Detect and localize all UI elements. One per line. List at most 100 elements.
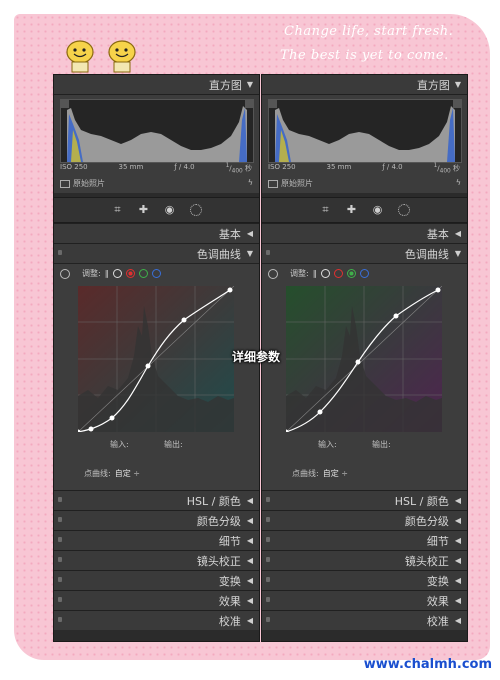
point-curve-white-button[interactable] xyxy=(112,269,122,278)
original-photo-toggle[interactable]: 原始照片 xyxy=(60,178,105,189)
panel-toggle-icon[interactable] xyxy=(266,557,270,562)
blue-channel-button[interactable] xyxy=(359,269,369,278)
panel-toggle-icon[interactable] xyxy=(266,250,270,255)
collapse-arrow-icon[interactable]: ▼ xyxy=(247,80,253,89)
original-photo-toggle[interactable]: 原始照片 xyxy=(268,178,313,189)
expand-arrow-icon[interactable]: ◀ xyxy=(455,229,461,238)
section-detail[interactable]: 细节 ◀ xyxy=(262,530,467,550)
expand-arrow-icon[interactable]: ◀ xyxy=(247,596,253,605)
expand-arrow-icon[interactable]: ◀ xyxy=(247,576,253,585)
original-photo-checkbox[interactable] xyxy=(60,179,70,188)
red-channel-button[interactable] xyxy=(333,269,343,278)
exif-focal: 35 mm xyxy=(118,163,144,171)
original-photo-checkbox[interactable] xyxy=(268,179,278,188)
panel-toggle-icon[interactable] xyxy=(58,537,62,542)
heal-icon[interactable]: ✚ xyxy=(138,204,150,216)
histogram-header[interactable]: 直方图 ▼ xyxy=(262,75,467,95)
tone-curve-graph[interactable] xyxy=(78,286,234,432)
expand-arrow-icon[interactable]: ◀ xyxy=(247,516,253,525)
panel-toggle-icon[interactable] xyxy=(58,577,62,582)
panel-toggle-icon[interactable] xyxy=(266,497,270,502)
panel-toggle-icon[interactable] xyxy=(58,517,62,522)
blue-channel-button[interactable] xyxy=(151,269,161,278)
tone-curve-label: 色调曲线 xyxy=(196,247,241,261)
section-hsl[interactable]: HSL / 颜色 ◀ xyxy=(262,490,467,510)
red-eye-icon[interactable]: ◉ xyxy=(372,204,384,216)
adjust-label: 调整: xyxy=(290,269,309,278)
flash-icon: ϟ xyxy=(455,178,461,187)
masking-icon[interactable] xyxy=(397,204,410,216)
collapse-arrow-icon[interactable]: ▼ xyxy=(247,249,253,258)
panel-toggle-icon[interactable] xyxy=(266,577,270,582)
expand-arrow-icon[interactable]: ◀ xyxy=(247,496,253,505)
panel-toggle-icon[interactable] xyxy=(58,497,62,502)
point-curve-value[interactable]: 自定 xyxy=(323,469,339,478)
basic-section-header[interactable]: 基本 ◀ xyxy=(262,223,467,243)
shadow-clip-icon[interactable] xyxy=(269,100,277,108)
tone-curve-graph[interactable] xyxy=(286,286,442,432)
panel-toggle-icon[interactable] xyxy=(58,250,62,255)
section-effects[interactable]: 效果 ◀ xyxy=(54,590,259,610)
point-curve[interactable]: 点曲线: 自定 ÷ xyxy=(292,468,348,479)
panel-toggle-icon[interactable] xyxy=(266,517,270,522)
tool-strip: ⌗ ✚ ◉ xyxy=(54,197,259,223)
parametric-curve-icon[interactable]: ∥ xyxy=(105,269,109,278)
section-hsl[interactable]: HSL / 颜色 ◀ xyxy=(54,490,259,510)
collapse-arrow-icon[interactable]: ▼ xyxy=(455,80,461,89)
expand-arrow-icon[interactable]: ◀ xyxy=(455,616,461,625)
expand-arrow-icon[interactable]: ◀ xyxy=(455,536,461,545)
tone-curve-header[interactable]: 色调曲线 ▼ xyxy=(54,243,259,263)
shadow-clip-icon[interactable] xyxy=(61,100,69,108)
section-color-grading[interactable]: 颜色分级 ◀ xyxy=(262,510,467,530)
masking-icon[interactable] xyxy=(189,204,202,216)
red-eye-icon[interactable]: ◉ xyxy=(164,204,176,216)
expand-arrow-icon[interactable]: ◀ xyxy=(455,576,461,585)
red-channel-button[interactable] xyxy=(125,269,135,278)
expand-arrow-icon[interactable]: ◀ xyxy=(455,516,461,525)
target-adjust-icon[interactable] xyxy=(60,268,70,279)
collapse-arrow-icon[interactable]: ▼ xyxy=(455,249,461,258)
expand-arrow-icon[interactable]: ◀ xyxy=(247,616,253,625)
section-detail[interactable]: 细节 ◀ xyxy=(54,530,259,550)
section-transform[interactable]: 变换 ◀ xyxy=(262,570,467,590)
histogram-header[interactable]: 直方图 ▼ xyxy=(54,75,259,95)
expand-arrow-icon[interactable]: ◀ xyxy=(247,536,253,545)
point-curve[interactable]: 点曲线: 自定 ÷ xyxy=(84,468,140,479)
panel-toggle-icon[interactable] xyxy=(266,537,270,542)
basic-section-header[interactable]: 基本 ◀ xyxy=(54,223,259,243)
panel-toggle-icon[interactable] xyxy=(266,597,270,602)
parametric-curve-icon[interactable]: ∥ xyxy=(313,269,317,278)
panel-toggle-icon[interactable] xyxy=(58,557,62,562)
highlight-clip-icon[interactable] xyxy=(453,100,461,108)
expand-arrow-icon[interactable]: ◀ xyxy=(455,556,461,565)
crop-icon[interactable]: ⌗ xyxy=(320,204,332,216)
section-color-grading[interactable]: 颜色分级 ◀ xyxy=(54,510,259,530)
panel-toggle-icon[interactable] xyxy=(58,617,62,622)
section-effects[interactable]: 效果 ◀ xyxy=(262,590,467,610)
highlight-clip-icon[interactable] xyxy=(245,100,253,108)
green-channel-button[interactable] xyxy=(138,269,148,278)
heal-icon[interactable]: ✚ xyxy=(346,204,358,216)
section-lens-correction[interactable]: 镜头校正 ◀ xyxy=(262,550,467,570)
basic-label: 基本 xyxy=(218,227,241,241)
expand-arrow-icon[interactable]: ◀ xyxy=(247,556,253,565)
smiley-sticker-right xyxy=(108,40,136,73)
adjust-row: 调整: ∥ xyxy=(60,268,161,279)
point-curve-value[interactable]: 自定 xyxy=(115,469,131,478)
expand-arrow-icon[interactable]: ◀ xyxy=(455,496,461,505)
section-calibration[interactable]: 校准 ◀ xyxy=(54,610,259,630)
section-lens-correction[interactable]: 镜头校正 ◀ xyxy=(54,550,259,570)
panel-toggle-icon[interactable] xyxy=(266,617,270,622)
target-adjust-icon[interactable] xyxy=(268,268,278,279)
tone-curve-label: 色调曲线 xyxy=(404,247,449,261)
tone-curve-header[interactable]: 色调曲线 ▼ xyxy=(262,243,467,263)
point-curve-white-button[interactable] xyxy=(320,269,330,278)
expand-arrow-icon[interactable]: ◀ xyxy=(455,596,461,605)
expand-arrow-icon[interactable]: ◀ xyxy=(247,229,253,238)
crop-icon[interactable]: ⌗ xyxy=(112,204,124,216)
section-transform[interactable]: 变换 ◀ xyxy=(54,570,259,590)
section-calibration[interactable]: 校准 ◀ xyxy=(262,610,467,630)
point-curve-label: 点曲线: xyxy=(84,469,111,478)
panel-toggle-icon[interactable] xyxy=(58,597,62,602)
green-channel-button[interactable] xyxy=(346,269,356,278)
